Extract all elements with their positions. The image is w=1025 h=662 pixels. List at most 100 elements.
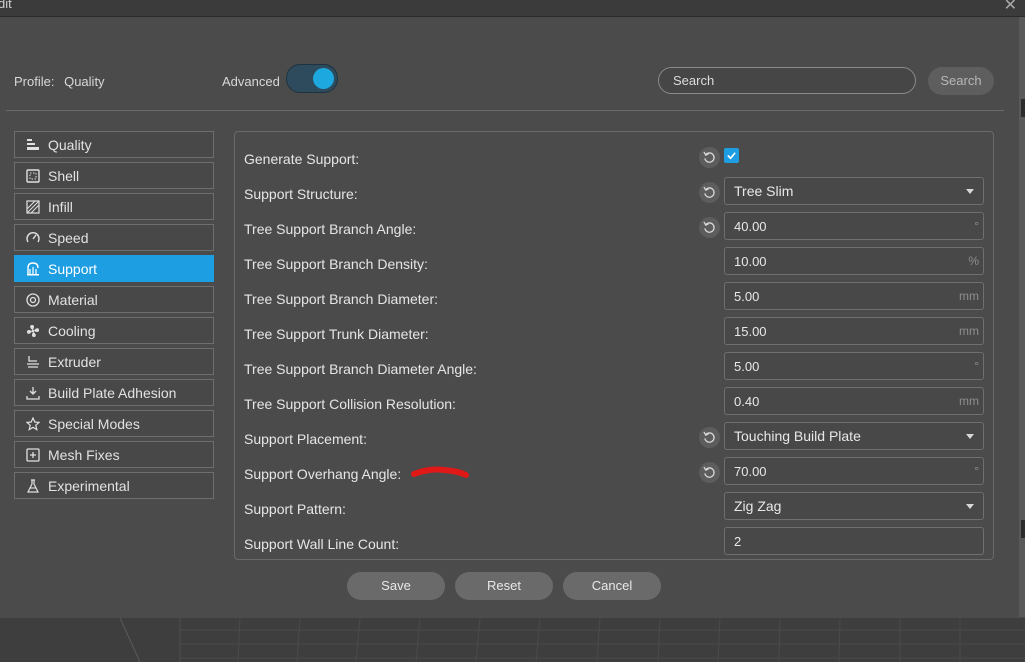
profile-label: Profile: [14,74,55,89]
experimental-flask-icon [26,478,40,493]
advanced-label: Advanced [222,74,280,89]
sidebar-item-label: Shell [48,167,80,184]
title-bar: dit ✕ [0,0,1025,17]
close-icon[interactable]: ✕ [1004,0,1017,15]
setting-row-wall-line-count: Support Wall Line Count: 2 [235,527,995,562]
search-input[interactable] [658,67,916,94]
setting-row-collision-resolution: Tree Support Collision Resolution: 0.40 … [235,387,995,422]
sidebar-item-shell[interactable]: Shell [14,162,214,189]
field-value: 70.00 [734,464,767,479]
reset-icon[interactable] [699,462,720,483]
speed-icon [26,231,40,245]
trunk-diameter-field[interactable]: 15.00 mm [724,317,984,345]
background-tab [1021,99,1025,117]
toggle-knob [313,68,334,89]
sidebar-item-support[interactable]: Support [14,255,214,282]
setting-row-branch-diameter: Tree Support Branch Diameter: 5.00 mm [235,282,995,317]
select-value: Touching Build Plate [734,428,861,444]
material-icon [26,292,40,307]
reset-icon[interactable] [699,147,720,168]
extruder-icon [26,355,40,369]
field-unit: ° [974,219,979,233]
profile-indicator: Profile: Quality [14,74,105,89]
branch-angle-field[interactable]: 40.00 ° [724,212,984,240]
reset-icon[interactable] [699,217,720,238]
chevron-down-icon [966,189,974,194]
header-divider [6,110,1004,111]
sidebar-item-label: Special Modes [48,415,140,432]
select-value: Zig Zag [734,498,782,514]
cancel-button[interactable]: Cancel [563,572,661,600]
mesh-fixes-icon [26,447,40,462]
branch-density-field[interactable]: 10.00 % [724,247,984,275]
sidebar-item-experimental[interactable]: Experimental [14,472,214,499]
sidebar-item-label: Support [48,260,98,277]
sidebar-item-quality[interactable]: Quality [14,131,214,158]
generate-support-checkbox[interactable] [724,148,739,163]
setting-row-branch-diameter-angle: Tree Support Branch Diameter Angle: 5.00… [235,352,995,387]
settings-panel: Generate Support: Support Structure: Tre… [234,131,994,560]
field-value: 5.00 [734,289,760,304]
build-plate-grid [0,618,1025,662]
sidebar-item-label: Experimental [48,477,130,494]
sidebar-item-mesh-fixes[interactable]: Mesh Fixes [14,441,214,468]
field-value: 10.00 [734,254,767,269]
advanced-toggle[interactable] [286,64,338,93]
sidebar-item-infill[interactable]: Infill [14,193,214,220]
collision-resolution-field[interactable]: 0.40 mm [724,387,984,415]
field-value: 0.40 [734,394,760,409]
build-plate-adhesion-icon [26,386,40,400]
sidebar-item-label: Build Plate Adhesion [48,384,177,401]
field-unit: ° [974,464,979,478]
chevron-down-icon [966,504,974,509]
select-value: Tree Slim [734,183,794,199]
field-unit: mm [959,324,979,338]
special-modes-icon [26,416,40,431]
setting-label: Support Placement: [244,431,367,447]
sidebar-item-label: Cooling [48,322,96,339]
support-structure-select[interactable]: Tree Slim [724,177,984,205]
setting-label: Tree Support Trunk Diameter: [244,326,429,342]
field-value: 15.00 [734,324,767,339]
field-unit: % [968,254,979,268]
sidebar-item-label: Infill [48,198,73,215]
wall-line-count-field[interactable]: 2 [724,527,984,555]
support-icon [26,261,40,276]
field-value: 2 [734,534,742,549]
setting-row-support-pattern: Support Pattern: Zig Zag [235,492,995,527]
background-tab [1021,520,1025,538]
setting-row-support-placement: Support Placement: Touching Build Plate [235,422,995,457]
setting-row-generate-support: Generate Support: [235,142,995,177]
reset-icon[interactable] [699,182,720,203]
setting-label: Tree Support Branch Diameter Angle: [244,361,477,377]
field-unit: mm [959,394,979,408]
sidebar-item-material[interactable]: Material [14,286,214,313]
shell-icon [26,168,40,183]
sidebar-item-label: Quality [48,136,92,153]
reset-icon[interactable] [699,427,720,448]
save-button[interactable]: Save [347,572,445,600]
overhang-angle-field[interactable]: 70.00 ° [724,457,984,485]
setting-row-trunk-diameter: Tree Support Trunk Diameter: 15.00 mm [235,317,995,352]
sidebar-item-special-modes[interactable]: Special Modes [14,410,214,437]
setting-label: Support Structure: [244,186,358,202]
setting-row-overhang-angle: Support Overhang Angle: 70.00 ° [235,457,995,492]
sidebar-item-label: Mesh Fixes [48,446,120,463]
setting-label: Support Overhang Angle: [244,466,402,482]
sidebar-item-cooling[interactable]: Cooling [14,317,214,344]
profile-value: Quality [64,74,105,89]
branch-diameter-field[interactable]: 5.00 mm [724,282,984,310]
quality-icon [26,138,40,152]
setting-row-branch-angle: Tree Support Branch Angle: 40.00 ° [235,212,995,247]
reset-button[interactable]: Reset [455,572,553,600]
cooling-fan-icon [26,324,40,338]
setting-label: Tree Support Branch Diameter: [244,291,439,307]
support-placement-select[interactable]: Touching Build Plate [724,422,984,450]
sidebar-item-extruder[interactable]: Extruder [14,348,214,375]
branch-diameter-angle-field[interactable]: 5.00 ° [724,352,984,380]
field-value: 5.00 [734,359,760,374]
sidebar-item-build-plate-adhesion[interactable]: Build Plate Adhesion [14,379,214,406]
sidebar-item-speed[interactable]: Speed [14,224,214,251]
support-pattern-select[interactable]: Zig Zag [724,492,984,520]
search-button[interactable]: Search [928,67,994,95]
